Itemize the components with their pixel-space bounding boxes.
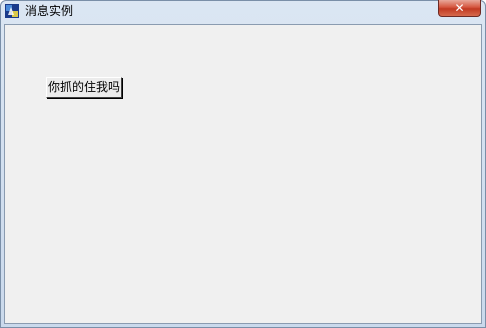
title-bar[interactable]: 消息实例 ✕: [1, 0, 485, 23]
catch-me-button[interactable]: 你抓的住我吗: [46, 77, 122, 98]
close-button[interactable]: ✕: [438, 0, 481, 17]
app-window: 消息实例 ✕ 你抓的住我吗: [0, 0, 486, 328]
close-icon: ✕: [454, 1, 465, 15]
app-icon: [5, 4, 19, 18]
client-area: 你抓的住我吗: [4, 24, 482, 324]
window-title: 消息实例: [25, 4, 74, 18]
